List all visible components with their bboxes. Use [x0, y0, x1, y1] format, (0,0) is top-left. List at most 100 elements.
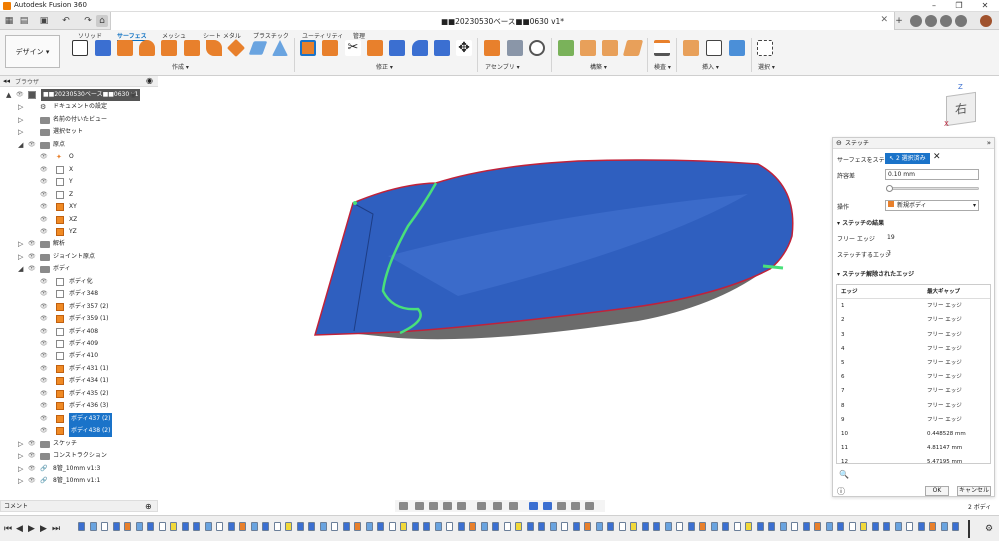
trim-icon[interactable]	[322, 40, 338, 56]
timeline-play-icon[interactable]: ▶	[28, 524, 35, 534]
cancel-button[interactable]: キャンセル	[957, 486, 991, 496]
timeline-feature-icon[interactable]	[331, 522, 338, 531]
visibility-eye-icon[interactable]: 👁	[40, 214, 48, 226]
browser-row[interactable]: 👁 Y	[0, 176, 158, 188]
browser-row[interactable]: 👁 X	[0, 164, 158, 176]
timeline-feature-icon[interactable]	[595, 522, 603, 531]
timeline-feature-icon[interactable]	[526, 522, 534, 531]
canvas-image-icon[interactable]	[729, 40, 745, 56]
visibility-eye-icon[interactable]: 👁	[40, 301, 48, 313]
surface-selection-button[interactable]: ↖ 2 選択済み	[885, 153, 930, 164]
timeline-feature-icon[interactable]	[308, 522, 315, 531]
timeline-feature-icon[interactable]	[112, 522, 120, 531]
table-row[interactable]: 2 フリー エッジ	[837, 313, 990, 327]
timeline-feature-icon[interactable]	[469, 522, 476, 531]
home-icon[interactable]: ⌂	[96, 15, 108, 27]
timeline-feature-icon[interactable]	[135, 522, 143, 531]
visibility-eye-icon[interactable]: 👁	[28, 251, 36, 263]
timeline-last-icon[interactable]: ⏭	[52, 524, 60, 534]
tolerance-slider-track[interactable]	[887, 187, 979, 190]
timeline-feature-icon[interactable]	[193, 522, 200, 531]
expand-toggle-icon[interactable]: ▷	[18, 114, 23, 126]
timeline-feature-icon[interactable]	[814, 522, 821, 531]
viewports-icon[interactable]	[509, 502, 518, 510]
timeline-feature-icon[interactable]	[630, 522, 637, 531]
timeline-feature-icon[interactable]	[503, 522, 511, 531]
timeline-feature-icon[interactable]	[492, 522, 499, 531]
tab-utility[interactable]: ユーティリティ	[302, 31, 343, 40]
timeline-feature-icon[interactable]	[273, 522, 281, 531]
sweep-icon[interactable]	[139, 40, 155, 56]
timeline-feature-icon[interactable]	[894, 522, 902, 531]
timeline-settings-icon[interactable]: ⚙	[985, 524, 993, 534]
browser-row[interactable]: ▷ 👁 🔗 8管_10mm v1:1	[0, 475, 158, 487]
timeline-next-icon[interactable]: ▶	[40, 524, 47, 534]
visibility-eye-icon[interactable]: 👁	[28, 450, 36, 462]
timeline-feature-icon[interactable]	[699, 522, 706, 531]
browser-row[interactable]: 👁 XZ	[0, 214, 158, 226]
timeline-feature-icon[interactable]	[676, 522, 683, 531]
timeline-first-icon[interactable]: ⏮	[4, 524, 12, 534]
browser-row[interactable]: ◢ 👁 原点	[0, 139, 158, 151]
timeline-feature-icon[interactable]	[860, 522, 867, 531]
minimize-button[interactable]: –	[925, 0, 943, 12]
visibility-eye-icon[interactable]: 👁	[40, 326, 48, 338]
visibility-eye-icon[interactable]: 👁	[40, 413, 48, 425]
browser-row[interactable]: ◢ 👁 ボディ	[0, 263, 158, 275]
visibility-eye-icon[interactable]: 👁	[28, 263, 36, 275]
timeline-feature-icon[interactable]	[549, 522, 557, 531]
browser-row[interactable]: 👁 ボディ438 (2)	[0, 425, 158, 438]
create-sketch-icon[interactable]	[72, 40, 88, 56]
timeline-feature-icon[interactable]	[250, 522, 258, 531]
fit-icon[interactable]	[457, 502, 466, 510]
extrude-icon[interactable]	[95, 40, 111, 56]
browser-row[interactable]: ▷ 👁 🔗 8管_10mm v1:3	[0, 463, 158, 475]
dialog-expand-icon[interactable]: »	[987, 138, 991, 149]
table-row[interactable]: 7 フリー エッジ	[837, 384, 990, 398]
browser-row[interactable]: ▷ 👁 ジョイント原点	[0, 251, 158, 263]
timeline-feature-icon[interactable]	[78, 522, 85, 531]
plane-at-angle-icon[interactable]	[580, 40, 596, 56]
timeline-feature-icon[interactable]	[745, 522, 752, 531]
timeline-feature-icon[interactable]	[388, 522, 396, 531]
unstitch-icon[interactable]	[412, 40, 428, 56]
visibility-eye-icon[interactable]: 👁	[40, 363, 48, 375]
measure-icon[interactable]	[654, 40, 670, 56]
data-panel-icon[interactable]: ▦	[3, 15, 15, 27]
timeline-feature-icon[interactable]	[825, 522, 833, 531]
timeline-feature-icon[interactable]	[710, 522, 718, 531]
timeline-feature-icon[interactable]	[572, 522, 580, 531]
browser-row[interactable]: ▷ 👁 コンストラクション	[0, 450, 158, 462]
browser-row[interactable]: ▷ 👁 スケッチ	[0, 438, 158, 450]
timeline-feature-icon[interactable]	[515, 522, 522, 531]
user-avatar[interactable]	[980, 15, 992, 27]
timeline-feature-icon[interactable]	[227, 522, 235, 531]
display-settings-icon[interactable]	[477, 502, 486, 510]
visibility-eye-icon[interactable]: 👁	[28, 475, 36, 487]
visibility-eye-icon[interactable]: 👁	[28, 438, 36, 450]
close-window-button[interactable]: ✕	[976, 0, 994, 12]
timeline-feature-icon[interactable]	[423, 522, 430, 531]
browser-row[interactable]: ▲ 👁 ■■20230530ベース■■0630 v1 ◉	[0, 89, 158, 101]
visibility-eye-icon[interactable]: 👁	[40, 338, 48, 350]
inspect-group-label[interactable]: 検査 ▾	[654, 62, 671, 71]
stitch-result-header[interactable]: ▾ ステッチの結果	[837, 218, 884, 227]
look-at-icon[interactable]	[415, 502, 424, 510]
timeline-feature-icon[interactable]	[446, 522, 453, 531]
maximize-button[interactable]: ❐	[950, 0, 968, 12]
timeline-feature-icon[interactable]	[802, 522, 810, 531]
joint-icon[interactable]	[507, 40, 523, 56]
visibility-eye-icon[interactable]: 👁	[40, 288, 48, 300]
table-row[interactable]: 6 フリー エッジ	[837, 370, 990, 384]
redo-icon[interactable]: ↷	[82, 15, 94, 27]
timeline-feature-icon[interactable]	[561, 522, 568, 531]
timeline-feature-icon[interactable]	[768, 522, 775, 531]
expand-toggle-icon[interactable]: ▷	[18, 463, 23, 475]
offset-plane-icon[interactable]	[558, 40, 574, 56]
dialog-collapse-icon[interactable]: ⊖	[836, 138, 842, 149]
visibility-eye-icon[interactable]: 👁	[28, 238, 36, 250]
tolerance-slider-handle[interactable]	[886, 185, 893, 192]
timeline-feature-icon[interactable]	[791, 522, 798, 531]
face-filter-icon[interactable]	[557, 502, 566, 510]
tangent-plane-icon[interactable]	[622, 40, 644, 56]
